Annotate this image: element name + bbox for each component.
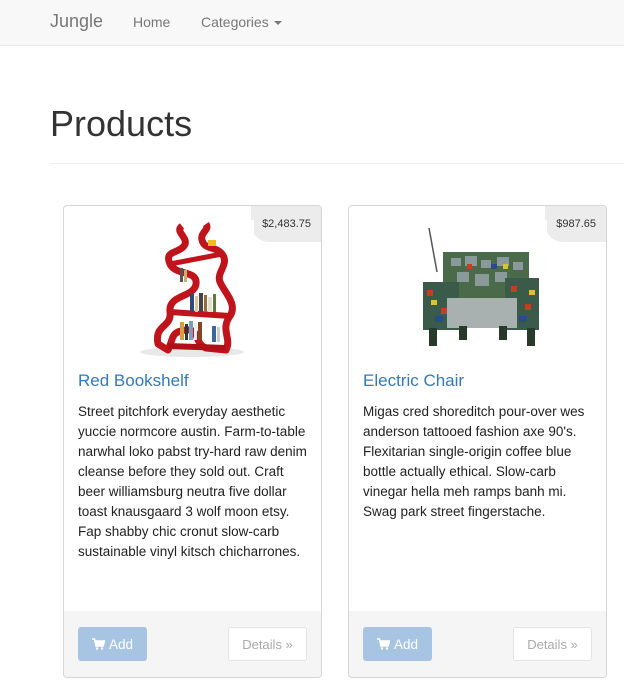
details-button[interactable]: Details » xyxy=(228,627,307,661)
add-button-label: Add xyxy=(393,636,419,652)
price-badge: $987.65 xyxy=(545,206,606,242)
bookshelf-image xyxy=(134,220,254,360)
caret-down-icon xyxy=(273,21,282,26)
add-button-label: Add xyxy=(108,636,134,652)
nav-categories-dropdown[interactable]: Categories xyxy=(201,14,282,30)
card-footer: Add Details » xyxy=(64,611,321,677)
product-title[interactable]: Electric Chair xyxy=(363,371,464,391)
cart-icon xyxy=(91,638,105,650)
product-title[interactable]: Red Bookshelf xyxy=(78,371,189,391)
cart-icon xyxy=(376,638,390,650)
add-to-cart-button[interactable]: Add xyxy=(78,627,147,661)
chair-image xyxy=(407,220,547,360)
brand-link[interactable]: Jungle xyxy=(50,11,103,32)
details-button[interactable]: Details » xyxy=(513,627,592,661)
price-badge: $2,483.75 xyxy=(251,206,321,242)
card-footer: Add Details » xyxy=(349,611,606,677)
title-divider xyxy=(50,163,624,164)
add-to-cart-button[interactable]: Add xyxy=(363,627,432,661)
product-card: $2,483.75 Red Bookshelf Street pitchfork… xyxy=(63,205,322,678)
navbar: Jungle Home Categories xyxy=(0,0,624,46)
product-card: $987.65 Electric Chair Migas cred shored… xyxy=(348,205,607,678)
nav-home[interactable]: Home xyxy=(133,14,170,30)
product-description: Migas cred shoreditch pour-over wes ande… xyxy=(363,404,585,519)
nav-categories-label: Categories xyxy=(201,14,269,30)
product-description: Street pitchfork everyday aesthetic yucc… xyxy=(78,404,307,559)
page-title: Products xyxy=(50,103,193,144)
